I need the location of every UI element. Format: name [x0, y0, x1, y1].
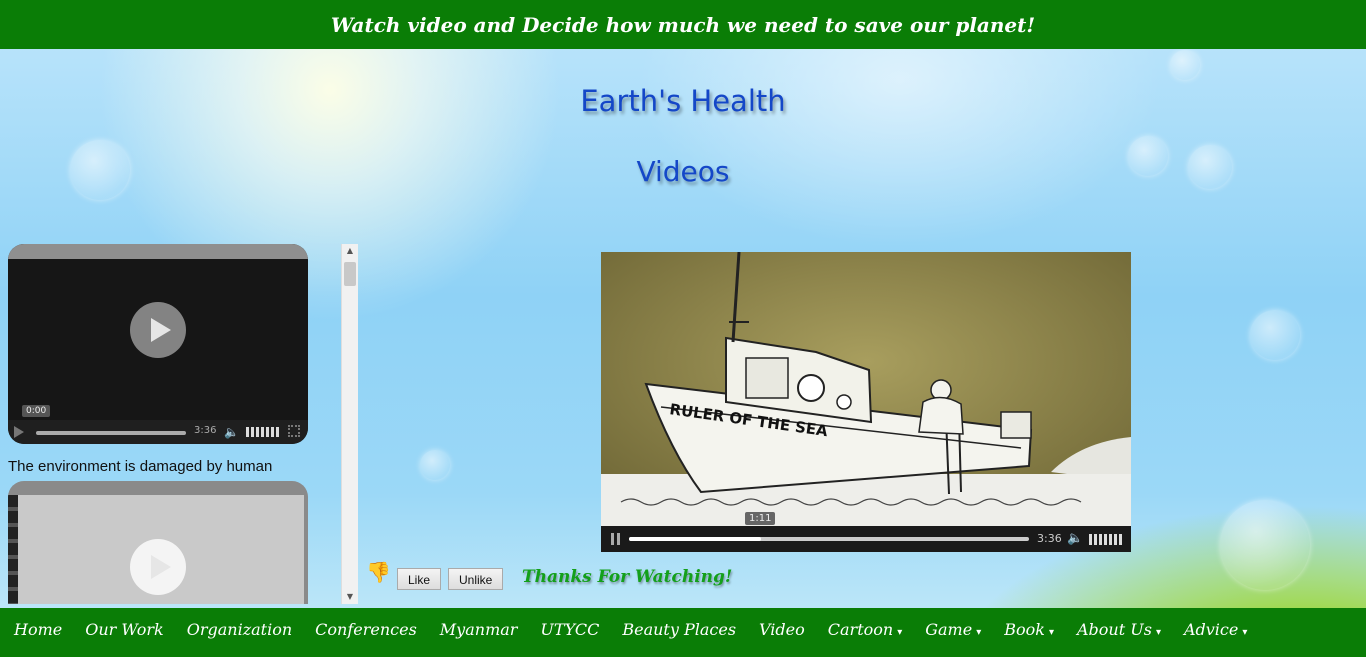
- bokeh-bubble: [1220, 500, 1310, 590]
- main-video-player[interactable]: RULER OF THE SEA 1:11 3:36 🔈: [601, 252, 1131, 552]
- nav-item[interactable]: Home: [14, 620, 62, 639]
- nav-item[interactable]: Video: [759, 620, 805, 639]
- volume-icon[interactable]: 🔈: [1067, 531, 1083, 546]
- time-tooltip: 1:11: [745, 512, 776, 525]
- like-button[interactable]: Like: [397, 568, 442, 590]
- volume-level[interactable]: [1089, 534, 1123, 545]
- dropdown-indicator-icon: ▾: [1048, 626, 1054, 638]
- scroll-up-icon[interactable]: ▲: [342, 244, 358, 258]
- nav-item-label: Organization: [186, 619, 293, 639]
- video-frame-illustration: RULER OF THE SEA: [601, 252, 1131, 526]
- pause-icon[interactable]: [611, 533, 620, 545]
- dropdown-indicator-icon: ▾: [1155, 626, 1161, 638]
- scroll-down-icon[interactable]: ▼: [342, 590, 358, 604]
- bokeh-bubble: [1250, 310, 1300, 360]
- bokeh-bubble: [420, 450, 450, 480]
- thanks-message: Thanks For Watching!: [522, 567, 733, 587]
- play-icon[interactable]: [130, 302, 186, 358]
- nav-item-label: About Us: [1076, 619, 1152, 639]
- progress-fill: [629, 537, 761, 541]
- video-caption: The environment is damaged by human: [8, 458, 273, 475]
- banner-text: Watch video and Decide how much we need …: [330, 12, 1036, 37]
- nav-item[interactable]: Game ▾: [925, 620, 981, 639]
- page-subtitle: Videos: [636, 155, 730, 188]
- main-navigation: Home Our Work Organization Conferences Myanm…: [0, 608, 1366, 657]
- scroll-thumb[interactable]: [344, 262, 356, 286]
- nav-item-label: Conferences: [315, 619, 417, 639]
- nav-item[interactable]: Book ▾: [1004, 620, 1054, 639]
- progress-bar[interactable]: [36, 431, 186, 435]
- nav-item-label: UTYCC: [540, 619, 600, 639]
- nav-item[interactable]: Cartoon ▾: [828, 620, 902, 639]
- nav-item[interactable]: Our Work: [85, 620, 164, 639]
- volume-icon[interactable]: 🔈: [224, 425, 239, 439]
- nav-item-label: Video: [759, 619, 805, 639]
- player-controls: 1:11 3:36 🔈: [601, 512, 1131, 552]
- video-top-strip: [8, 244, 308, 259]
- duration-label: 3:36: [194, 425, 217, 436]
- time-tooltip: 0:00: [22, 405, 51, 417]
- nav-item-label: Book: [1004, 619, 1045, 639]
- nav-item[interactable]: About Us ▾: [1077, 620, 1161, 639]
- duration-label: 3:36: [1037, 532, 1062, 545]
- film-strip: [8, 495, 18, 604]
- play-small-icon[interactable]: [14, 426, 24, 438]
- top-banner: Watch video and Decide how much we need …: [0, 0, 1366, 49]
- nav-item-label: Beauty Places: [622, 619, 737, 639]
- dropdown-indicator-icon: ▾: [976, 626, 982, 638]
- nav-item[interactable]: UTYCC: [540, 620, 599, 639]
- page-title: Earth's Health: [580, 84, 786, 118]
- video-thumbnail-2[interactable]: [8, 481, 308, 604]
- volume-level[interactable]: [246, 427, 280, 437]
- video-thumbnail-1[interactable]: 0:00 3:36 🔈: [8, 244, 308, 444]
- nav-item-label: Home: [14, 619, 63, 639]
- unlike-button[interactable]: Unlike: [448, 568, 504, 590]
- nav-item-label: Our Work: [85, 619, 164, 639]
- nav-item[interactable]: Organization: [187, 620, 292, 639]
- nav-list: Home Our Work Organization Conferences Myanm…: [0, 608, 1366, 650]
- nav-item-label: Game: [925, 619, 973, 639]
- video-controls: 0:00 3:36 🔈: [8, 405, 308, 444]
- nav-item[interactable]: Advice ▾: [1184, 620, 1247, 639]
- nav-item[interactable]: Myanmar: [440, 620, 518, 639]
- thumbs-down-icon: 👎: [366, 560, 391, 584]
- play-icon[interactable]: [130, 539, 186, 595]
- nav-item[interactable]: Conferences: [315, 620, 417, 639]
- bokeh-bubble: [1170, 50, 1200, 80]
- video-list-scrollbar[interactable]: ▲ ▼: [341, 244, 358, 604]
- fullscreen-icon[interactable]: [288, 425, 300, 437]
- dropdown-indicator-icon: ▾: [1242, 626, 1248, 638]
- nav-item-label: Advice: [1183, 619, 1239, 639]
- dropdown-indicator-icon: ▾: [897, 626, 903, 638]
- nav-item-label: Cartoon: [827, 619, 894, 639]
- progress-bar[interactable]: [629, 537, 1029, 541]
- video-list-panel[interactable]: 0:00 3:36 🔈 The environment is damaged b…: [8, 244, 342, 604]
- nav-item-label: Myanmar: [439, 619, 518, 639]
- nav-item[interactable]: Beauty Places: [622, 620, 736, 639]
